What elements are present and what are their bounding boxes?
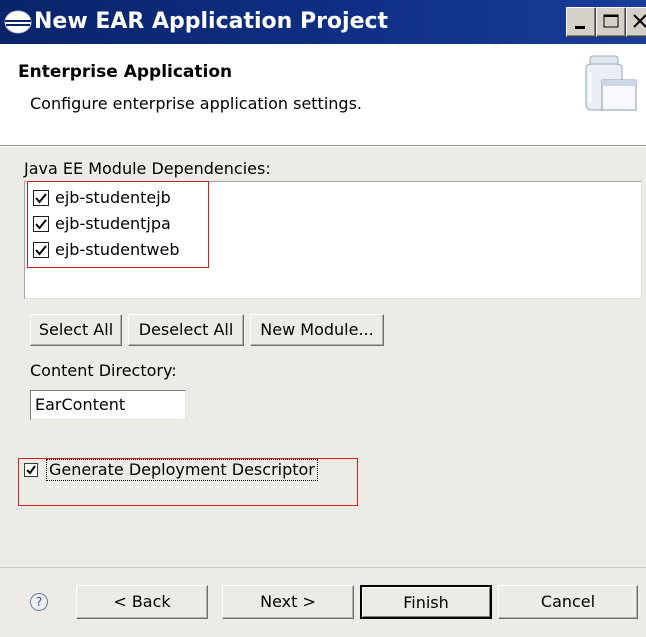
checkmark-icon: [35, 193, 47, 204]
footer-divider: [0, 567, 646, 568]
content-directory-input[interactable]: EarContent: [30, 390, 186, 420]
list-item[interactable]: ejb-studentweb: [33, 238, 179, 262]
back-label: < Back: [113, 592, 171, 611]
close-button[interactable]: [626, 7, 646, 37]
checkbox[interactable]: [33, 216, 49, 232]
maximize-button[interactable]: [596, 7, 626, 37]
select-all-label: Select All: [38, 320, 114, 339]
cancel-label: Cancel: [540, 592, 596, 611]
wizard-banner: Enterprise Application Configure enterpr…: [0, 44, 646, 146]
generate-descriptor-label: Generate Deployment Descriptor: [46, 459, 318, 481]
eclipse-icon: [4, 10, 32, 34]
list-item-label: ejb-studentejb: [55, 188, 171, 207]
page-heading: Enterprise Application: [18, 62, 233, 82]
maximize-icon: [603, 14, 619, 28]
module-dependencies-label: Java EE Module Dependencies:: [24, 159, 271, 178]
checkbox[interactable]: [33, 190, 49, 206]
list-item-label: ejb-studentjpa: [55, 214, 171, 233]
jar-icon: [585, 55, 637, 111]
generate-descriptor-checkbox[interactable]: [24, 463, 38, 477]
back-button[interactable]: < Back: [76, 585, 208, 619]
checkbox[interactable]: [33, 242, 49, 258]
list-item[interactable]: ejb-studentejb: [33, 186, 171, 210]
checkmark-icon: [35, 245, 47, 256]
new-module-button[interactable]: New Module...: [250, 314, 384, 346]
title-bar: New EAR Application Project: [0, 0, 646, 44]
list-item-label: ejb-studentweb: [55, 240, 180, 259]
select-all-button[interactable]: Select All: [30, 314, 122, 346]
deselect-all-button[interactable]: Deselect All: [128, 314, 244, 346]
minimize-icon: [575, 26, 585, 29]
minimize-button[interactable]: [566, 7, 596, 37]
list-item[interactable]: ejb-studentjpa: [33, 212, 171, 236]
module-dependencies-list[interactable]: ejb-studentejb ejb-studentjpa ejb-studen…: [24, 181, 642, 299]
next-button[interactable]: Next >: [222, 585, 354, 619]
deselect-all-label: Deselect All: [138, 320, 234, 339]
next-label: Next >: [260, 592, 316, 611]
new-module-label: New Module...: [260, 320, 374, 339]
checkmark-icon: [35, 219, 47, 230]
close-icon: [633, 14, 646, 28]
wizard-content: Java EE Module Dependencies: ejb-student…: [0, 147, 646, 637]
cancel-button[interactable]: Cancel: [498, 585, 638, 619]
help-icon[interactable]: ?: [30, 593, 48, 611]
generate-descriptor-row[interactable]: Generate Deployment Descriptor: [24, 459, 318, 481]
content-directory-label: Content Directory:: [30, 361, 177, 380]
checkmark-icon: [26, 465, 36, 475]
window-title: New EAR Application Project: [34, 9, 389, 34]
finish-label: Finish: [403, 593, 449, 612]
finish-button[interactable]: Finish: [360, 585, 492, 619]
page-description: Configure enterprise application setting…: [30, 94, 362, 113]
